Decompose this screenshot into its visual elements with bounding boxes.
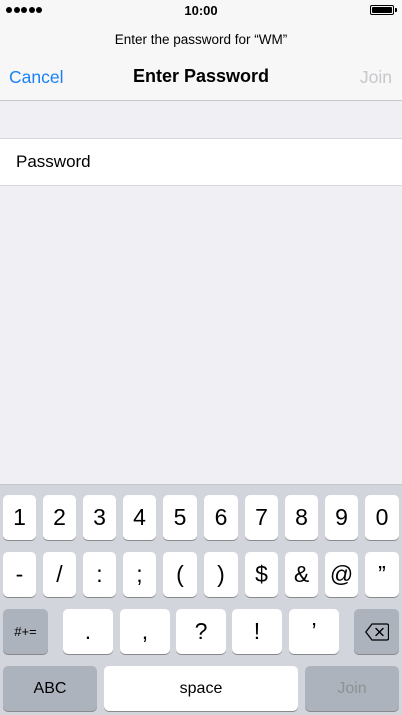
symbols-key[interactable]: #+= [3,609,48,654]
key-hyphen[interactable]: - [3,552,36,597]
join-button[interactable]: Join [360,67,392,88]
battery-icon [370,5,397,15]
top-bar: 10:00 Enter the password for “WM” Cancel… [0,0,402,101]
join-key[interactable]: Join [305,666,399,711]
password-field[interactable] [120,147,390,177]
password-prompt: Enter the password for “WM” [114,32,288,47]
status-bar: 10:00 [0,0,402,22]
backspace-key[interactable] [354,609,399,654]
key-dollar[interactable]: $ [245,552,278,597]
password-label: Password [16,152,91,171]
space-key[interactable]: space [104,666,298,711]
key-4[interactable]: 4 [123,495,156,540]
key-3[interactable]: 3 [83,495,116,540]
key-colon[interactable]: : [83,552,116,597]
key-question[interactable]: ? [176,609,226,654]
key-quote[interactable]: ” [365,552,399,597]
cancel-button[interactable]: Cancel [9,67,63,88]
key-semicolon[interactable]: ; [123,552,156,597]
key-close-paren[interactable]: ) [204,552,238,597]
key-2[interactable]: 2 [43,495,76,540]
key-apostrophe[interactable]: ’ [289,609,339,654]
key-ampersand[interactable]: & [285,552,318,597]
key-6[interactable]: 6 [204,495,238,540]
key-8[interactable]: 8 [285,495,318,540]
key-comma[interactable]: , [120,609,170,654]
key-9[interactable]: 9 [325,495,358,540]
key-open-paren[interactable]: ( [163,552,197,597]
password-field-row[interactable]: Password [0,138,402,186]
keyboard: 1 2 3 4 5 6 7 8 9 0 - / : ; ( ) $ & @ ” … [0,484,402,715]
key-exclamation[interactable]: ! [232,609,282,654]
status-time: 10:00 [184,3,218,18]
abc-key[interactable]: ABC [3,666,97,711]
key-period[interactable]: . [63,609,113,654]
key-7[interactable]: 7 [245,495,278,540]
key-at[interactable]: @ [325,552,358,597]
key-1[interactable]: 1 [3,495,36,540]
backspace-icon [364,622,389,641]
key-0[interactable]: 0 [365,495,399,540]
key-slash[interactable]: / [43,552,76,597]
key-5[interactable]: 5 [163,495,197,540]
